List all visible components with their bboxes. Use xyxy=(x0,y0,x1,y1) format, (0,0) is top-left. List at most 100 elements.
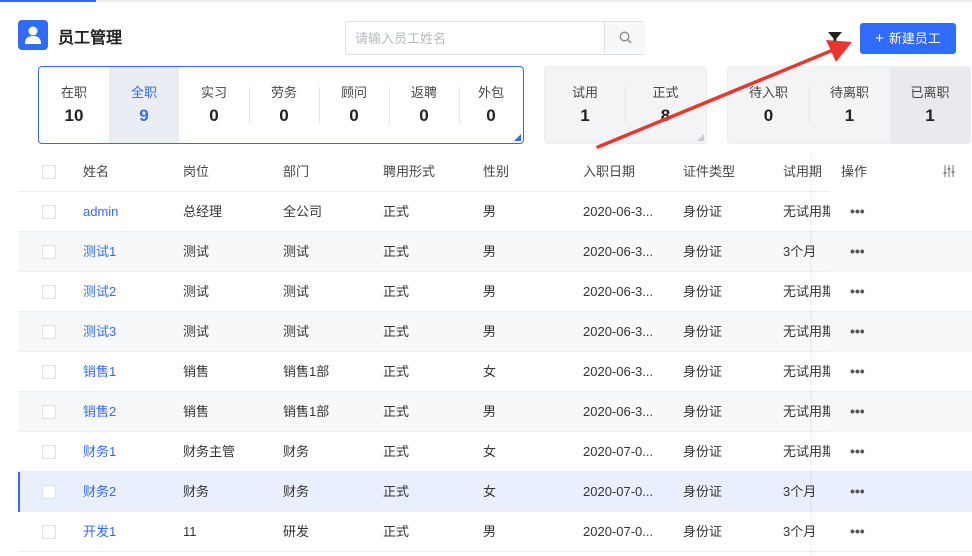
stat-consultant[interactable]: 顾问 0 xyxy=(319,67,389,143)
more-icon[interactable]: ••• xyxy=(850,272,865,310)
cell-name[interactable]: 开发1 xyxy=(83,512,116,552)
table-row[interactable]: 测试3 测试 测试 正式 男 2020-06-3... 身份证 无试用期 ••• xyxy=(18,312,972,352)
column-header-position[interactable]: 岗位 xyxy=(183,152,209,192)
cell-name[interactable]: admin xyxy=(83,192,118,232)
column-header-probation[interactable]: 试用期 xyxy=(783,152,830,192)
cell-hire-date: 2020-06-3... xyxy=(583,204,654,219)
row-checkbox[interactable] xyxy=(42,205,56,219)
cell-id-type: 身份证 xyxy=(683,524,723,539)
stat-label: 待离职 xyxy=(829,85,869,100)
more-icon[interactable]: ••• xyxy=(850,432,865,470)
table-row[interactable]: 测试1 测试 测试 正式 男 2020-06-3... 身份证 3个月 ••• xyxy=(18,232,972,272)
column-header-name[interactable]: 姓名 xyxy=(83,152,109,192)
select-all-checkbox[interactable] xyxy=(42,165,56,179)
more-icon[interactable]: ••• xyxy=(850,352,865,390)
cell-department: 测试 xyxy=(283,324,310,339)
row-checkbox[interactable] xyxy=(42,525,56,539)
stat-labor[interactable]: 劳务 0 xyxy=(249,67,319,143)
cell-probation: 无试用期 xyxy=(783,444,830,459)
stat-value: 9 xyxy=(139,106,149,125)
expand-corner-icon[interactable] xyxy=(514,134,521,141)
stat-on-job[interactable]: 在职 10 xyxy=(39,67,109,143)
table-row[interactable]: 销售2 销售 销售1部 正式 男 2020-06-3... 身份证 无试用期 ••• xyxy=(18,392,972,432)
row-checkbox[interactable] xyxy=(42,445,56,459)
filter-icon[interactable] xyxy=(828,32,842,44)
page-header: 员工管理 + 新建员工 xyxy=(0,0,972,62)
new-employee-label: 新建员工 xyxy=(888,31,941,46)
more-icon[interactable]: ••• xyxy=(850,232,865,270)
table-row[interactable]: admin 总经理 全公司 正式 男 2020-06-3... 身份证 无试用期 ••• xyxy=(18,192,972,232)
column-header-employment-type[interactable]: 聘用形式 xyxy=(383,152,435,192)
cell-department: 全公司 xyxy=(283,204,323,219)
cell-name[interactable]: 销售1 xyxy=(83,352,116,392)
stat-outsourced[interactable]: 外包 0 xyxy=(459,67,523,143)
operation-cell: ••• xyxy=(830,352,972,392)
onboarding-status-stats: 待入职 0 待离职 1 已离职 1 xyxy=(727,66,971,144)
stat-label: 在职 xyxy=(60,85,87,100)
column-header-hire-date[interactable]: 入职日期 xyxy=(583,152,635,192)
cell-position: 测试 xyxy=(183,284,210,299)
cell-probation: 3个月 xyxy=(783,484,817,499)
row-checkbox[interactable] xyxy=(42,285,56,299)
cell-hire-date: 2020-06-3... xyxy=(583,284,654,299)
row-checkbox[interactable] xyxy=(42,485,56,499)
column-header-department[interactable]: 部门 xyxy=(283,152,309,192)
operation-cell: ••• xyxy=(830,472,972,512)
stat-rehired[interactable]: 返聘 0 xyxy=(389,67,459,143)
cell-position: 测试 xyxy=(183,324,210,339)
more-icon[interactable]: ••• xyxy=(850,192,865,230)
more-icon[interactable]: ••• xyxy=(850,312,865,350)
stat-intern[interactable]: 实习 0 xyxy=(179,67,249,143)
cell-gender: 男 xyxy=(483,524,497,539)
cell-name[interactable]: 销售2 xyxy=(83,392,116,432)
stat-pending-leave[interactable]: 待离职 1 xyxy=(809,67,890,143)
new-employee-button[interactable]: + 新建员工 xyxy=(860,23,956,54)
stat-full-time[interactable]: 全职 9 xyxy=(109,67,179,143)
cell-name[interactable]: 财务2 xyxy=(83,472,116,512)
more-icon[interactable]: ••• xyxy=(850,472,865,510)
column-header-id-type[interactable]: 证件类型 xyxy=(683,152,735,192)
table-row[interactable]: 财务1 财务主管 财务 正式 女 2020-07-0... 身份证 无试用期 ••• xyxy=(18,432,972,472)
table-row[interactable]: 销售1 销售 销售1部 正式 女 2020-06-3... 身份证 无试用期 ••• xyxy=(18,352,972,392)
search-button[interactable] xyxy=(604,22,645,54)
expand-corner-icon[interactable] xyxy=(697,134,704,141)
column-settings-icon[interactable] xyxy=(943,165,955,177)
row-checkbox[interactable] xyxy=(42,245,56,259)
cell-employment-type: 正式 xyxy=(383,364,410,379)
search-input[interactable] xyxy=(346,22,604,54)
stat-value: 0 xyxy=(209,106,219,125)
cell-department: 销售1部 xyxy=(283,364,330,379)
cell-gender: 男 xyxy=(483,244,497,259)
table-row[interactable]: 测试2 测试 测试 正式 男 2020-06-3... 身份证 无试用期 ••• xyxy=(18,272,972,312)
column-header-gender[interactable]: 性别 xyxy=(483,152,509,192)
cell-name[interactable]: 财务1 xyxy=(83,432,116,472)
cell-department: 测试 xyxy=(283,244,310,259)
stat-probation[interactable]: 试用 1 xyxy=(545,67,625,143)
cell-department: 财务 xyxy=(283,484,310,499)
cell-name[interactable]: 测试2 xyxy=(83,272,116,312)
row-checkbox[interactable] xyxy=(42,405,56,419)
cell-gender: 男 xyxy=(483,324,497,339)
more-icon[interactable]: ••• xyxy=(850,512,865,550)
more-icon[interactable]: ••• xyxy=(850,392,865,430)
table-row[interactable]: 开发1 11 研发 正式 男 2020-07-0... 身份证 3个月 ••• xyxy=(18,512,972,552)
cell-name[interactable]: 测试3 xyxy=(83,312,116,352)
table-row[interactable]: 财务2 财务 财务 正式 女 2020-07-0... 身份证 3个月 ••• xyxy=(18,472,972,512)
cell-name[interactable]: 测试1 xyxy=(83,232,116,272)
cell-gender: 男 xyxy=(483,204,497,219)
row-checkbox[interactable] xyxy=(42,365,56,379)
cell-hire-date: 2020-06-3... xyxy=(583,364,654,379)
cell-position: 销售 xyxy=(183,404,210,419)
cell-position: 测试 xyxy=(183,244,210,259)
cell-hire-date: 2020-07-0... xyxy=(583,484,654,499)
stat-value: 0 xyxy=(349,106,359,125)
stat-regular[interactable]: 正式 8 xyxy=(625,67,706,143)
cell-id-type: 身份证 xyxy=(683,244,723,259)
operation-cell: ••• xyxy=(830,512,972,552)
stat-departed[interactable]: 已离职 1 xyxy=(890,67,970,143)
stat-pending-onboard[interactable]: 待入职 0 xyxy=(728,67,809,143)
column-header-actions: 操作 xyxy=(841,164,868,179)
row-checkbox[interactable] xyxy=(42,325,56,339)
cell-employment-type: 正式 xyxy=(383,324,410,339)
stat-value: 8 xyxy=(660,106,671,125)
